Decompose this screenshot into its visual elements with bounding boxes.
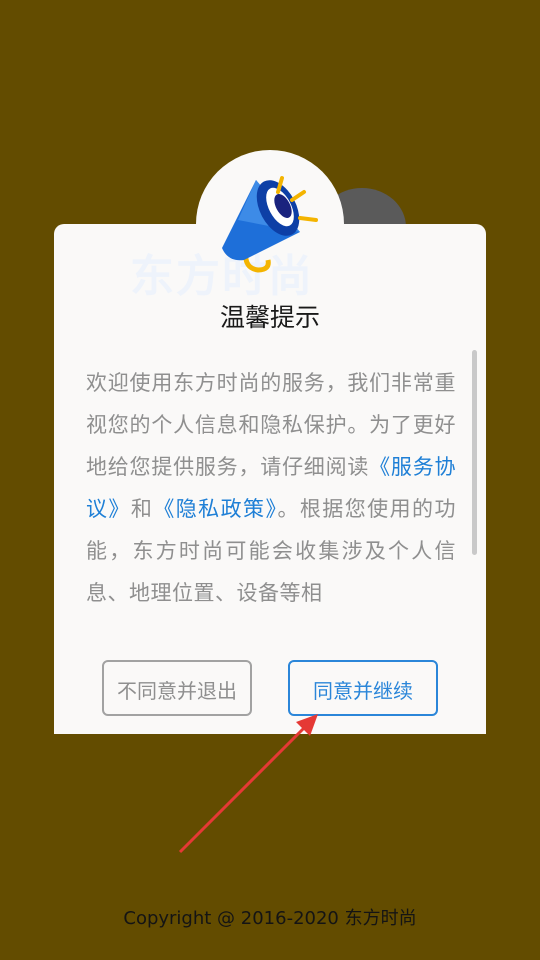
privacy-policy-link[interactable]: 《隐私政策》 xyxy=(153,497,277,521)
megaphone-icon xyxy=(222,176,318,273)
annotation-arrow-icon xyxy=(178,714,318,854)
dialog-scrollbar[interactable] xyxy=(472,350,477,555)
body-conjunction-text: 和 xyxy=(130,497,154,521)
dialog-title: 温馨提示 xyxy=(219,303,320,332)
dialog-body[interactable]: 欢迎使用东方时尚的服务，我们非常重视您的个人信息和隐私保护。为了更好地给您提供服… xyxy=(86,362,456,614)
copyright-footer: Copyright @ 2016-2020 东方时尚 xyxy=(123,908,417,929)
